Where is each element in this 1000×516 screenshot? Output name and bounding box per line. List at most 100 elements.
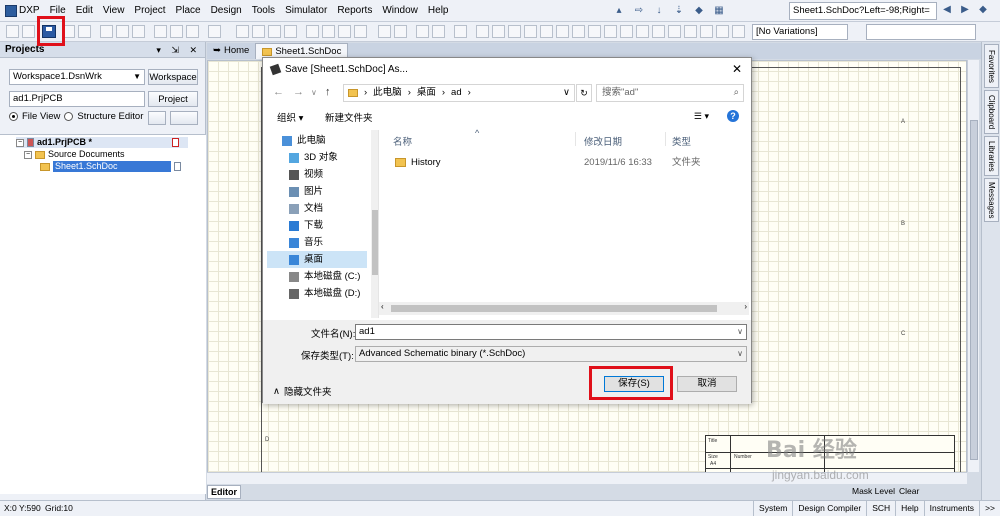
menu-simulator[interactable]: Simulator bbox=[280, 0, 332, 22]
zoom-select-icon[interactable] bbox=[208, 25, 221, 38]
net-label-icon[interactable] bbox=[524, 25, 537, 38]
tab-clipboard[interactable]: Clipboard bbox=[984, 90, 999, 134]
zoom-icon[interactable] bbox=[186, 25, 199, 38]
cancel-button[interactable]: 取消 bbox=[677, 376, 737, 392]
select-area-icon[interactable] bbox=[306, 25, 319, 38]
tab-libraries[interactable]: Libraries bbox=[984, 136, 999, 176]
menu-edit[interactable]: Edit bbox=[71, 0, 98, 22]
breadcrumb-desktop[interactable]: 桌面 bbox=[417, 85, 436, 101]
status-tab-system[interactable]: System bbox=[753, 501, 792, 516]
new-doc-icon[interactable] bbox=[6, 25, 19, 38]
project-field[interactable]: ad1.PrjPCB bbox=[9, 91, 145, 107]
sheet-entry-icon[interactable] bbox=[620, 25, 633, 38]
select-icon[interactable] bbox=[338, 25, 351, 38]
nav-scrollbar[interactable] bbox=[371, 130, 378, 318]
down-arrow-icon[interactable]: ↓ bbox=[652, 4, 666, 18]
nav-disk-d[interactable]: 本地磁盘 (D:) bbox=[267, 285, 367, 302]
open-icon[interactable] bbox=[22, 25, 35, 38]
zoom-fit-icon[interactable] bbox=[154, 25, 167, 38]
chevron-down-icon[interactable]: ∨ bbox=[737, 325, 743, 339]
menu-design[interactable]: Design bbox=[206, 0, 247, 22]
bus-entry-icon[interactable] bbox=[508, 25, 521, 38]
filetype-select[interactable]: Advanced Schematic binary (*.SchDoc) ∨ bbox=[355, 346, 747, 362]
menu-help[interactable]: Help bbox=[423, 0, 454, 22]
menu-place[interactable]: Place bbox=[171, 0, 206, 22]
back-icon[interactable]: ◀ bbox=[940, 3, 954, 17]
column-type[interactable]: 类型 bbox=[672, 134, 691, 148]
nav-this-pc[interactable]: 此电脑 bbox=[267, 132, 367, 149]
forward-icon[interactable]: ▶ bbox=[958, 3, 972, 17]
list-item[interactable]: History 2019/11/6 16:33 文件夹 bbox=[389, 154, 739, 172]
vertical-scrollbar[interactable] bbox=[967, 60, 979, 472]
print-preview-icon[interactable] bbox=[78, 25, 91, 38]
zoom-area-icon[interactable] bbox=[170, 25, 183, 38]
cut-icon[interactable] bbox=[236, 25, 249, 38]
no-connect-icon[interactable] bbox=[700, 25, 713, 38]
tree-item-document[interactable]: Sheet1.SchDoc bbox=[40, 161, 196, 172]
breadcrumb-this-pc[interactable]: 此电脑 bbox=[373, 85, 402, 101]
status-tab-design-compiler[interactable]: Design Compiler bbox=[792, 501, 866, 516]
layout-icon[interactable] bbox=[116, 25, 129, 38]
vcc-port-icon[interactable] bbox=[556, 25, 569, 38]
chart-icon[interactable]: ▴ bbox=[612, 4, 626, 18]
workspace-button[interactable]: Workspace bbox=[148, 69, 198, 85]
home-icon[interactable]: ◆ bbox=[976, 3, 990, 17]
tree-item-project[interactable]: − ad1.PrjPCB * bbox=[16, 137, 188, 148]
file-list-hscroll-thumb[interactable] bbox=[391, 305, 717, 312]
cross-probe-icon[interactable] bbox=[432, 25, 445, 38]
menu-project[interactable]: Project bbox=[129, 0, 170, 22]
hierarchy-icon[interactable] bbox=[416, 25, 429, 38]
device-sheet-icon[interactable] bbox=[636, 25, 649, 38]
nav-disk-c[interactable]: 本地磁盘 (C:) bbox=[267, 268, 367, 285]
editor-tab[interactable]: Editor bbox=[207, 485, 241, 499]
move-icon[interactable] bbox=[322, 25, 335, 38]
up-icon[interactable]: ↑ bbox=[325, 86, 331, 98]
scroll-right-icon[interactable]: › bbox=[744, 302, 747, 311]
help-icon[interactable]: ? bbox=[727, 110, 739, 122]
address-field[interactable]: Sheet1.SchDoc?Left=-98;Right= bbox=[789, 2, 937, 20]
panel-options-icon[interactable] bbox=[148, 111, 166, 125]
deselect-icon[interactable] bbox=[354, 25, 367, 38]
breadcrumb-ad[interactable]: ad bbox=[451, 85, 462, 101]
project-button[interactable]: Project bbox=[148, 91, 198, 107]
workspace-select[interactable]: Workspace1.DsnWrk ▼ bbox=[9, 69, 145, 85]
no-erc-icon[interactable] bbox=[684, 25, 697, 38]
refresh-icon[interactable]: ↻ bbox=[576, 84, 592, 102]
collapse-icon[interactable]: − bbox=[24, 150, 32, 159]
status-tab-more[interactable]: >> bbox=[979, 501, 1000, 516]
scroll-thumb[interactable] bbox=[970, 120, 978, 460]
layer-icon[interactable]: ⇨ bbox=[632, 4, 646, 18]
menu-view[interactable]: View bbox=[98, 0, 130, 22]
panel-menu-icon[interactable] bbox=[170, 111, 198, 125]
nav-desktop[interactable]: 桌面 bbox=[267, 251, 367, 268]
tab-favorites[interactable]: Favorites bbox=[984, 44, 999, 88]
hide-folders-toggle[interactable]: ∧ 隐藏文件夹 bbox=[273, 384, 331, 399]
chevron-down-icon[interactable]: ∨ bbox=[563, 85, 570, 101]
paste-icon[interactable] bbox=[268, 25, 281, 38]
column-date[interactable]: 修改日期 bbox=[584, 134, 622, 148]
redo-icon[interactable] bbox=[394, 25, 407, 38]
tree-item-folder[interactable]: − Source Documents bbox=[24, 149, 125, 160]
new-folder-button[interactable]: 新建文件夹 bbox=[325, 110, 373, 124]
status-tab-sch[interactable]: SCH bbox=[866, 501, 895, 516]
library-icon[interactable] bbox=[454, 25, 467, 38]
file-list-hscroll[interactable]: ‹ › bbox=[379, 302, 749, 315]
recent-locations-icon[interactable]: ∨ bbox=[311, 88, 317, 97]
port-icon[interactable] bbox=[652, 25, 665, 38]
column-name[interactable]: 名称 bbox=[393, 134, 412, 148]
power-port-icon[interactable] bbox=[572, 25, 585, 38]
nav-downloads[interactable]: 下载 bbox=[267, 217, 367, 234]
structure-editor-radio[interactable] bbox=[64, 112, 74, 121]
forward-icon[interactable]: → bbox=[293, 86, 304, 98]
panel-controls[interactable]: ▾ ⇲ ✕ bbox=[156, 42, 201, 58]
filter-field[interactable] bbox=[866, 24, 976, 40]
tab-home[interactable]: ➥ Home bbox=[207, 43, 255, 59]
directive-icon[interactable] bbox=[668, 25, 681, 38]
variations-select[interactable]: [No Variations] bbox=[752, 24, 848, 40]
search-input[interactable]: 搜索"ad" ⌕ bbox=[596, 84, 744, 102]
delete-icon[interactable] bbox=[716, 25, 729, 38]
bus-icon[interactable] bbox=[492, 25, 505, 38]
board-icon[interactable] bbox=[132, 25, 145, 38]
gnd-port-icon[interactable] bbox=[540, 25, 553, 38]
back-icon[interactable]: ← bbox=[273, 86, 284, 98]
